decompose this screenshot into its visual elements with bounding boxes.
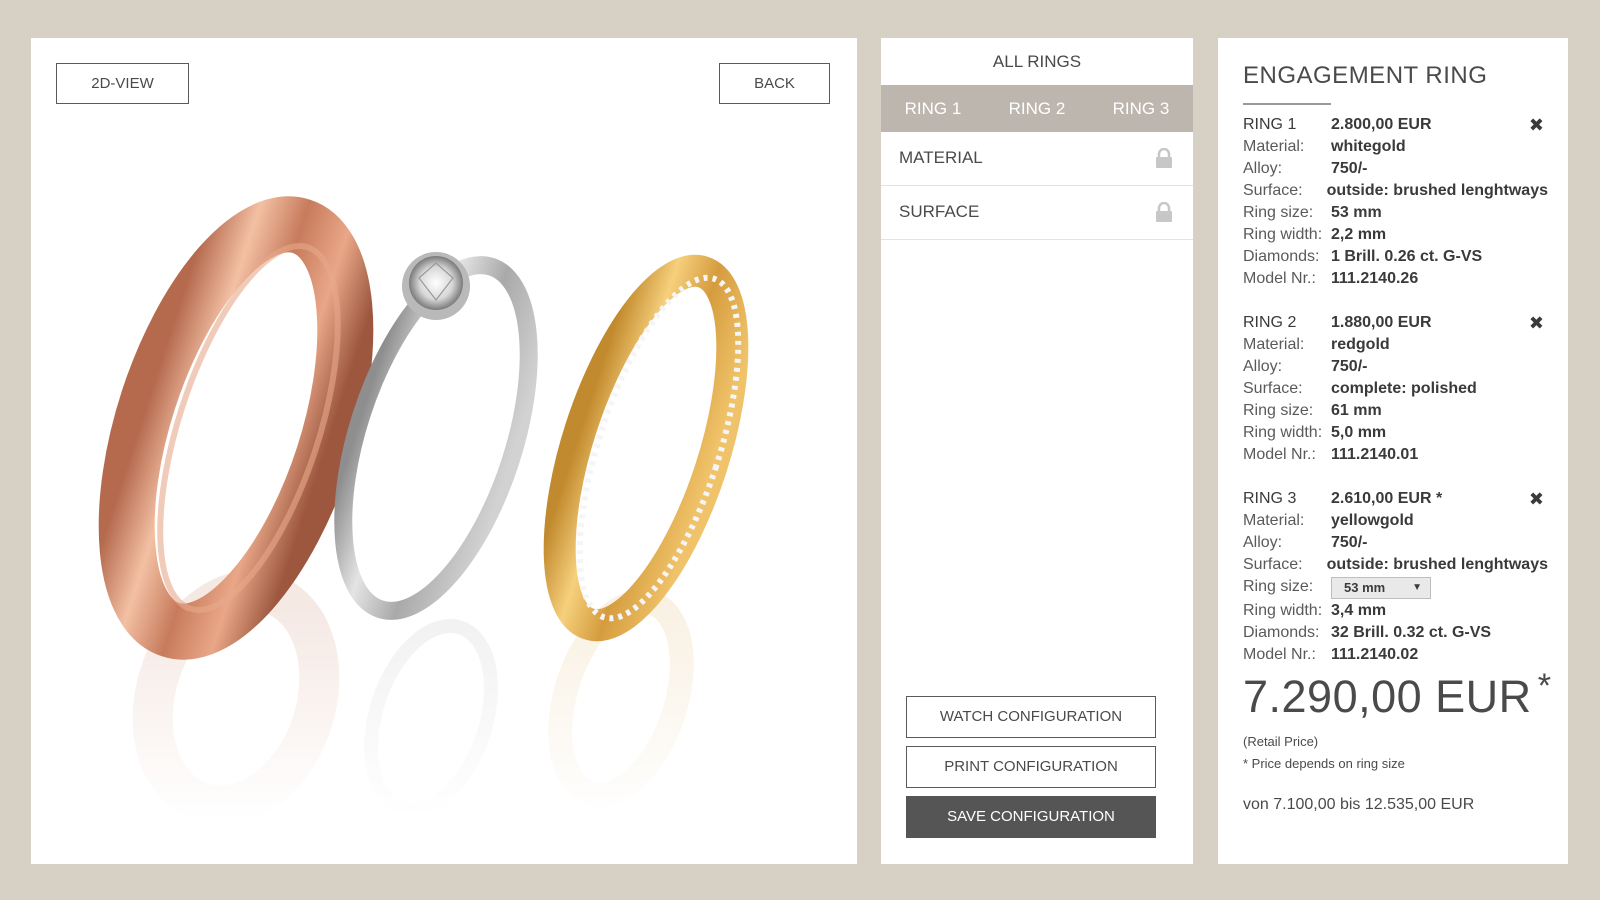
- spec-label: Model Nr.:: [1243, 270, 1316, 287]
- spec-value: complete: polished: [1331, 380, 1477, 397]
- ring-1-summary: RING 1 2.800,00 EUR ✖ Material: whitegold…: [1243, 114, 1548, 290]
- ring-price: 2.800,00 EUR: [1331, 116, 1432, 133]
- spec-value: 32 Brill. 0.32 ct. G-VS: [1331, 624, 1492, 641]
- total-price-asterisk: *: [1537, 667, 1552, 705]
- spec-value: outside: brushed lenghtways: [1326, 182, 1548, 199]
- close-icon[interactable]: ✖: [1529, 114, 1544, 136]
- back-button[interactable]: BACK: [719, 63, 830, 104]
- spec-label: Surface:: [1243, 556, 1303, 573]
- spec-label: Ring size:: [1243, 578, 1314, 595]
- tab-ring-2[interactable]: RING 2: [985, 85, 1089, 132]
- spec-value: redgold: [1331, 336, 1390, 353]
- spec-value: 750/-: [1331, 534, 1368, 551]
- retail-price-note: (Retail Price): [1243, 734, 1319, 749]
- surface-option-label: SURFACE: [899, 202, 980, 221]
- ring-3-summary: RING 3 2.610,00 EUR * ✖ Material: yellowg…: [1243, 488, 1548, 666]
- spec-label: Ring size:: [1243, 402, 1314, 419]
- spec-label: Material:: [1243, 512, 1305, 529]
- ring-name: RING 1: [1243, 116, 1297, 133]
- tab-ring-3[interactable]: RING 3: [1089, 85, 1193, 132]
- spec-label: Model Nr.:: [1243, 446, 1316, 463]
- spec-value: 111.2140.26: [1331, 270, 1419, 287]
- spec-value: outside: brushed lenghtways: [1326, 556, 1548, 573]
- spec-value: 111.2140.02: [1331, 646, 1419, 663]
- spec-label: Model Nr.:: [1243, 646, 1316, 663]
- spec-label: Material:: [1243, 336, 1305, 353]
- watch-configuration-button[interactable]: WATCH CONFIGURATION: [906, 696, 1156, 738]
- ring-tab-bar: RING 1 RING 2 RING 3: [881, 85, 1193, 132]
- spec-label: Ring size:: [1243, 204, 1314, 221]
- total-price-value: 7.290,00 EUR: [1243, 671, 1532, 722]
- close-icon[interactable]: ✖: [1529, 312, 1544, 334]
- title-divider: [1243, 103, 1331, 105]
- yellow-gold-ring: [543, 254, 749, 642]
- ring-size-selected-value: 53 mm: [1344, 580, 1386, 595]
- spec-value: 61 mm: [1331, 402, 1382, 419]
- spec-value: 750/-: [1331, 358, 1368, 375]
- spec-value: 1 Brill. 0.26 ct. G-VS: [1331, 248, 1483, 265]
- all-rings-tab[interactable]: ALL RINGS: [881, 38, 1193, 85]
- spec-label: Ring width:: [1243, 602, 1323, 619]
- price-footnote: * Price depends on ring size: [1243, 756, 1405, 771]
- chevron-down-icon: ▼: [1412, 582, 1422, 593]
- spec-value: 2,2 mm: [1331, 226, 1387, 243]
- spec-label: Diamonds:: [1243, 248, 1320, 265]
- configuration-panel: ALL RINGS RING 1 RING 2 RING 3 MATERIAL …: [881, 38, 1193, 864]
- spec-value: 111.2140.01: [1331, 446, 1419, 463]
- spec-label: Alloy:: [1243, 534, 1283, 551]
- total-price: 7.290,00 EUR *: [1243, 667, 1551, 723]
- spec-label: Alloy:: [1243, 160, 1283, 177]
- print-configuration-button[interactable]: PRINT CONFIGURATION: [906, 746, 1156, 788]
- spec-value: whitegold: [1331, 138, 1406, 155]
- spec-value: 53 mm: [1331, 204, 1382, 221]
- spec-label: Ring width:: [1243, 424, 1323, 441]
- ring-viewer[interactable]: 2D-VIEW BACK: [31, 38, 857, 864]
- rose-gold-ring: [98, 196, 374, 660]
- summary-title: ENGAGEMENT RING: [1243, 62, 1488, 89]
- spec-label: Material:: [1243, 138, 1305, 155]
- spec-label: Surface:: [1243, 182, 1303, 199]
- spec-value: 750/-: [1331, 160, 1368, 177]
- material-option[interactable]: MATERIAL: [881, 132, 1193, 186]
- ring-price: 2.610,00 EUR *: [1331, 490, 1443, 507]
- ring-name: RING 2: [1243, 314, 1297, 331]
- ring-name: RING 3: [1243, 490, 1297, 507]
- lock-icon: [1156, 148, 1172, 168]
- spec-value: yellowgold: [1331, 512, 1414, 529]
- summary-panel: ENGAGEMENT RING RING 1 2.800,00 EUR ✖ Ma…: [1218, 38, 1568, 864]
- ring-price: 1.880,00 EUR: [1331, 314, 1432, 331]
- spec-value: 3,4 mm: [1331, 602, 1387, 619]
- ring-render-image: [31, 196, 857, 818]
- spec-label: Surface:: [1243, 380, 1303, 397]
- spec-label: Alloy:: [1243, 358, 1283, 375]
- surface-option[interactable]: SURFACE: [881, 186, 1193, 240]
- price-range: von 7.100,00 bis 12.535,00 EUR: [1243, 796, 1475, 813]
- close-icon[interactable]: ✖: [1529, 488, 1544, 510]
- spec-label: Diamonds:: [1243, 624, 1320, 641]
- lock-icon: [1156, 202, 1172, 222]
- spec-value: 5,0 mm: [1331, 424, 1387, 441]
- spec-label: Ring width:: [1243, 226, 1323, 243]
- ring-2-summary: RING 2 1.880,00 EUR ✖ Material: redgold A…: [1243, 312, 1548, 466]
- material-option-label: MATERIAL: [899, 148, 983, 167]
- tab-ring-1[interactable]: RING 1: [881, 85, 985, 132]
- 2d-view-button[interactable]: 2D-VIEW: [56, 63, 189, 104]
- save-configuration-button[interactable]: SAVE CONFIGURATION: [906, 796, 1156, 838]
- ring-size-select[interactable]: 53 mm ▼: [1331, 577, 1431, 599]
